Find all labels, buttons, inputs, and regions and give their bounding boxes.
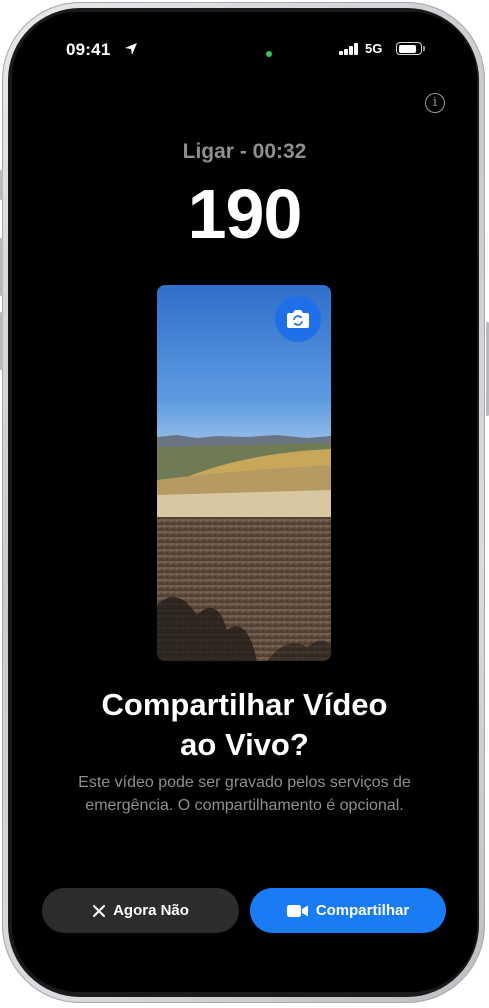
info-icon[interactable]: i — [425, 93, 445, 113]
description-line-1: Este vídeo pode ser gravado pelos serviç… — [78, 774, 411, 791]
screen: 09:41 5G i Ligar - 00:32 190 Compartilha… — [12, 12, 477, 992]
title-line-1: Compartilhar Vídeo — [101, 687, 388, 722]
camera-in-use-indicator — [266, 51, 272, 57]
camera-preview — [157, 285, 331, 661]
status-time: 09:41 — [66, 40, 111, 59]
camera-preview-image — [157, 285, 331, 661]
share-button[interactable]: Compartilhar — [250, 888, 446, 933]
close-icon — [93, 904, 106, 917]
volume-down-button — [0, 312, 3, 370]
video-camera-icon — [286, 904, 308, 917]
status-bar: 09:41 5G — [12, 12, 477, 72]
location-arrow-icon — [125, 43, 137, 55]
share-video-description: Este vídeo pode ser gravado pelos serviç… — [42, 771, 447, 817]
action-button — [0, 170, 3, 200]
title-line-2: ao Vivo? — [180, 727, 309, 762]
share-video-title: Compartilhar Vídeo ao Vivo? — [12, 685, 477, 765]
battery-tip — [423, 46, 425, 51]
description-line-2: emergência. O compartilhamento é opciona… — [85, 797, 404, 814]
camera-flip-icon — [287, 310, 309, 328]
battery-icon — [396, 42, 422, 55]
network-type: 5G — [365, 41, 383, 56]
not-now-button[interactable]: Agora Não — [42, 888, 239, 933]
emergency-number: 190 — [187, 175, 303, 253]
battery-level — [398, 44, 416, 53]
flip-camera-button[interactable] — [275, 296, 321, 342]
share-label: Compartilhar — [315, 902, 410, 919]
volume-up-button — [0, 238, 3, 296]
not-now-label: Agora Não — [113, 902, 189, 919]
call-status-label: Ligar - 00:32 — [182, 140, 307, 163]
cellular-signal-icon — [339, 43, 359, 55]
